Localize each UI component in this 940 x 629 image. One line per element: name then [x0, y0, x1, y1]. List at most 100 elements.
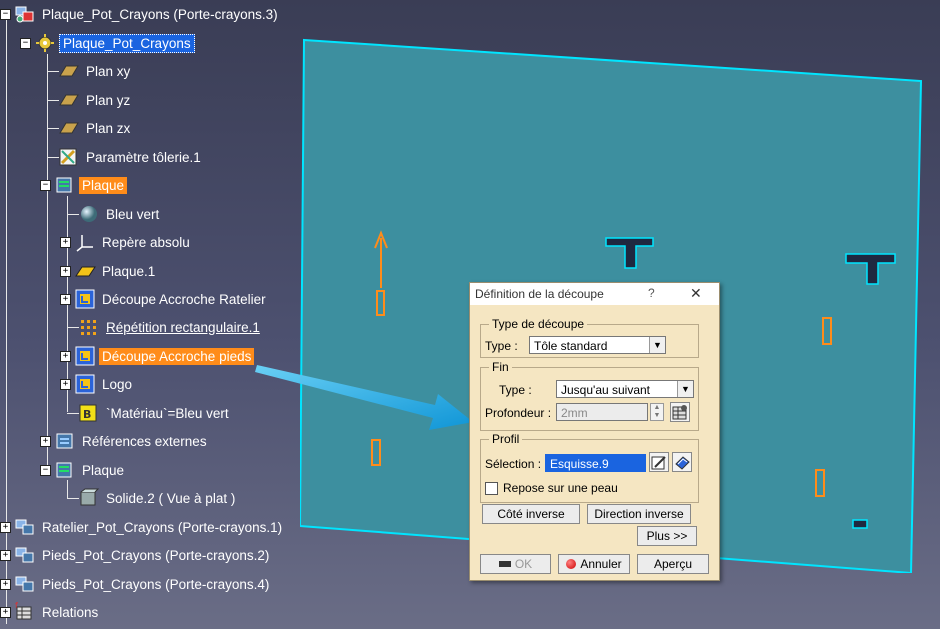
- tree-item-axis-system[interactable]: + Repère absolu: [60, 230, 193, 254]
- tree-item-label: Plaque: [79, 176, 128, 194]
- tree-item-plaque-1[interactable]: + Plaque.1: [60, 259, 158, 283]
- profile-group: Profil Sélection : Esquisse.9 Repose sur…: [480, 432, 699, 503]
- ok-label: OK: [514, 557, 533, 571]
- tree-product-pieds-4[interactable]: + Pieds_Pot_Crayons (Porte-crayons.4): [0, 572, 272, 596]
- tree-item-label: Plaque.1: [102, 263, 156, 279]
- external-refs-icon: [54, 431, 76, 451]
- pattern-icon: [78, 317, 100, 337]
- more-button[interactable]: Plus >>: [637, 526, 697, 546]
- end-group-title: Fin: [489, 360, 512, 374]
- tree-item-label: Pieds_Pot_Crayons (Porte-crayons.2): [42, 547, 270, 563]
- selection-value: Esquisse.9: [550, 457, 609, 471]
- tree-item-label: Découpe Accroche Ratelier: [102, 291, 266, 307]
- tree-item-solid-2[interactable]: Solide.2 ( Vue à plat ): [78, 486, 238, 510]
- cutout-definition-dialog[interactable]: Définition de la découpe ? ✕ Type de déc…: [469, 282, 720, 581]
- selection-label: Sélection :: [485, 457, 542, 471]
- tree-relations[interactable]: + f Relations: [0, 600, 101, 624]
- end-group: Fin Type : Jusqu'au suivant ▼ Profondeur…: [480, 360, 699, 431]
- cutout-type-group-title: Type de découpe: [489, 317, 588, 331]
- tree-item-label: Répétition rectangulaire.1: [106, 319, 260, 335]
- tree-item-label: Références externes: [82, 433, 207, 449]
- body-icon: [54, 175, 76, 195]
- formula-button[interactable]: [670, 402, 690, 422]
- tree-item-plan-xy[interactable]: Plan xy: [58, 59, 133, 83]
- expand-icon[interactable]: +: [60, 378, 71, 390]
- sketch-button[interactable]: [649, 452, 669, 472]
- ok-button[interactable]: OK: [480, 554, 551, 574]
- relations-icon: f: [14, 602, 36, 622]
- depth-value: 2mm: [561, 406, 588, 420]
- expand-icon[interactable]: +: [60, 350, 71, 362]
- chevron-down-icon[interactable]: ▼: [677, 381, 693, 397]
- tree-item-sheetmetal-params[interactable]: Paramètre tôlerie.1: [58, 145, 204, 169]
- tree-item-rect-pattern[interactable]: Répétition rectangulaire.1: [78, 315, 263, 339]
- tree-item-material-color[interactable]: Bleu vert: [78, 202, 162, 226]
- tree-part[interactable]: − Plaque_Pot_Crayons: [20, 31, 195, 55]
- tree-root-product[interactable]: − Plaque_Pot_Crayons (Porte-crayons.3): [0, 2, 281, 26]
- end-type-select[interactable]: Jusqu'au suivant ▼: [556, 380, 694, 398]
- collapse-icon[interactable]: −: [40, 464, 51, 476]
- reverse-direction-button[interactable]: Direction inverse: [587, 504, 691, 524]
- end-type-value: Jusqu'au suivant: [561, 383, 651, 397]
- depth-field[interactable]: 2mm: [556, 403, 648, 421]
- body-icon: [54, 460, 76, 480]
- collapse-icon[interactable]: −: [20, 37, 31, 49]
- tree-item-material[interactable]: B `Matériau`=Bleu vert: [78, 401, 232, 425]
- plane-icon: [58, 61, 80, 81]
- tree-item-label: Solide.2 ( Vue à plat ): [106, 490, 236, 506]
- expand-icon[interactable]: +: [0, 521, 11, 533]
- end-type-label: Type :: [499, 383, 532, 397]
- expand-icon[interactable]: +: [0, 578, 11, 590]
- sketch-edit-icon: [651, 456, 666, 470]
- tree-item-plaque-body-2[interactable]: − Plaque: [40, 458, 127, 482]
- dialog-titlebar[interactable]: Définition de la découpe ? ✕: [470, 283, 719, 305]
- expand-icon[interactable]: +: [60, 265, 71, 277]
- plane-icon: [58, 90, 80, 110]
- tree-item-plaque-body[interactable]: − Plaque: [40, 173, 128, 197]
- reverse-side-button[interactable]: Côté inverse: [482, 504, 580, 524]
- tree-part-label: Plaque_Pot_Crayons: [59, 33, 195, 53]
- close-button[interactable]: ✕: [690, 285, 702, 302]
- tree-item-plan-yz[interactable]: Plan yz: [58, 88, 133, 112]
- expand-icon[interactable]: +: [0, 549, 11, 561]
- tree-item-label: Paramètre tôlerie.1: [86, 149, 201, 165]
- sheetmetal-params-icon: [58, 147, 80, 167]
- sphere-icon: [78, 204, 100, 224]
- specification-tree[interactable]: − Plaque_Pot_Crayons (Porte-crayons.3) −…: [0, 0, 300, 629]
- tree-item-external-refs[interactable]: + Références externes: [40, 429, 210, 453]
- cutout-icon: [74, 289, 96, 309]
- expand-icon[interactable]: +: [60, 293, 71, 305]
- tree-product-pieds-2[interactable]: + Pieds_Pot_Crayons (Porte-crayons.2): [0, 543, 272, 567]
- tree-item-label: Plaque: [82, 462, 125, 478]
- tree-item-label: Relations: [42, 604, 99, 620]
- chevron-down-icon[interactable]: ▼: [649, 337, 665, 353]
- depth-spinner[interactable]: ▲ ▼: [650, 403, 664, 421]
- callout-arrow: [255, 365, 473, 430]
- preview-button[interactable]: Aperçu: [637, 554, 709, 574]
- tree-item-logo[interactable]: + Logo: [60, 372, 135, 396]
- tree-item-label: `Matériau`=Bleu vert: [106, 405, 229, 421]
- expand-icon[interactable]: +: [60, 236, 71, 248]
- tree-item-cutout-ratelier[interactable]: + Découpe Accroche Ratelier: [60, 287, 269, 311]
- expand-icon[interactable]: +: [0, 606, 11, 618]
- cutout-type-select[interactable]: Tôle standard ▼: [529, 336, 666, 354]
- tree-item-cutout-pieds[interactable]: + Découpe Accroche pieds: [60, 344, 255, 368]
- selection-field[interactable]: Esquisse.9: [545, 454, 646, 472]
- collapse-icon[interactable]: −: [40, 179, 51, 191]
- tree-item-plan-zx[interactable]: Plan zx: [58, 116, 133, 140]
- tree-item-label: Pieds_Pot_Crayons (Porte-crayons.4): [42, 576, 270, 592]
- cancel-button[interactable]: Annuler: [558, 554, 630, 574]
- tree-item-label: Bleu vert: [106, 206, 160, 222]
- help-button[interactable]: ?: [648, 286, 655, 300]
- gear-part-icon: [34, 33, 56, 53]
- collapse-icon[interactable]: −: [0, 8, 11, 20]
- profile-tool-button[interactable]: [672, 452, 692, 472]
- tree-item-label: Repère absolu: [102, 234, 190, 250]
- rest-on-skin-checkbox[interactable]: [485, 482, 498, 495]
- expand-icon[interactable]: +: [40, 435, 51, 447]
- tree-item-label: Plan xy: [86, 63, 131, 79]
- dialog-title: Définition de la découpe: [475, 287, 604, 301]
- tree-item-label: Plan yz: [86, 92, 131, 108]
- tree-product-ratelier[interactable]: + Ratelier_Pot_Crayons (Porte-crayons.1): [0, 515, 285, 539]
- cancel-label: Annuler: [580, 557, 622, 571]
